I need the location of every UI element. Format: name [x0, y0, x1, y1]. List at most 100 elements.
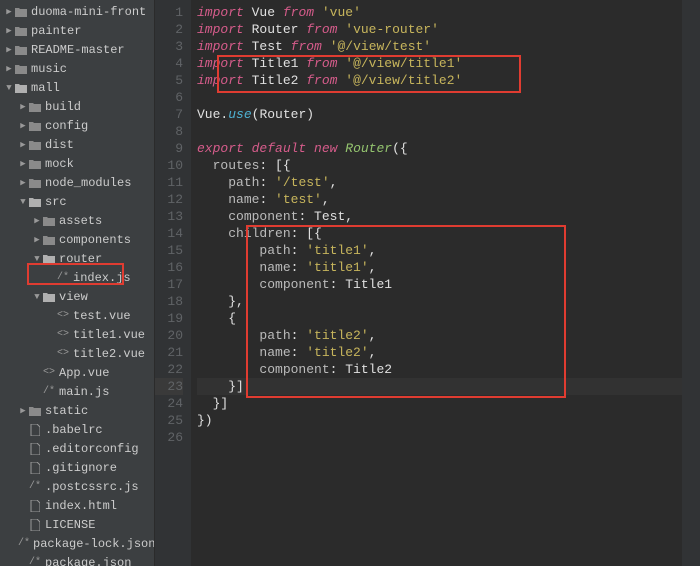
token-op: ,: [345, 209, 353, 224]
tree-item-node-modules[interactable]: ▶node_modules: [0, 173, 154, 192]
folder-icon: [14, 64, 28, 74]
tree-item-license[interactable]: LICENSE: [0, 515, 154, 534]
tree-item--editorconfig[interactable]: .editorconfig: [0, 439, 154, 458]
tree-item-index-html[interactable]: index.html: [0, 496, 154, 515]
line-number: 22: [155, 361, 183, 378]
expand-arrow-icon[interactable]: ▶: [4, 26, 14, 36]
tree-item-view[interactable]: ▼view: [0, 287, 154, 306]
expand-arrow-icon[interactable]: ▶: [4, 7, 14, 17]
tree-item-title1-vue[interactable]: <>title1.vue: [0, 325, 154, 344]
tree-item-label: App.vue: [59, 366, 109, 380]
tree-item-painter[interactable]: ▶painter: [0, 21, 154, 40]
code-line[interactable]: }): [197, 412, 682, 429]
token-op: [197, 362, 259, 377]
expand-arrow-icon[interactable]: ▶: [4, 45, 14, 55]
code-line[interactable]: name: 'title2',: [197, 344, 682, 361]
token-op: :: [330, 277, 346, 292]
code-editor[interactable]: 1234567891011121314151617181920212223242…: [155, 0, 700, 566]
folder-icon: [42, 235, 56, 245]
code-line[interactable]: }]: [197, 378, 682, 395]
code-line[interactable]: component: Title2: [197, 361, 682, 378]
tree-item-label: router: [59, 252, 102, 266]
folder-icon: [14, 26, 28, 36]
file-explorer-sidebar[interactable]: ▶duoma-mini-front▶painter▶README-master▶…: [0, 0, 155, 566]
tree-item-index-js[interactable]: /*index.js: [0, 268, 154, 287]
tree-item--babelrc[interactable]: .babelrc: [0, 420, 154, 439]
tree-item-components[interactable]: ▶components: [0, 230, 154, 249]
code-area[interactable]: import Vue from 'vue'import Router from …: [191, 0, 682, 566]
tree-item-config[interactable]: ▶config: [0, 116, 154, 135]
line-number: 21: [155, 344, 183, 361]
code-line[interactable]: import Title1 from '@/view/title1': [197, 55, 682, 72]
token-prop: children: [228, 226, 290, 241]
minimap[interactable]: [682, 0, 700, 566]
token-op: },: [197, 294, 244, 309]
code-line[interactable]: import Title2 from '@/view/title2': [197, 72, 682, 89]
expand-arrow-icon[interactable]: ▶: [18, 178, 28, 188]
tree-item-package-lock-json[interactable]: /*package-lock.json: [0, 534, 154, 553]
code-line[interactable]: [197, 123, 682, 140]
code-line[interactable]: [197, 89, 682, 106]
code-line[interactable]: import Test from '@/view/test': [197, 38, 682, 55]
code-line[interactable]: path: '/test',: [197, 174, 682, 191]
expand-arrow-icon[interactable]: ▶: [18, 406, 28, 416]
line-number: 11: [155, 174, 183, 191]
expand-arrow-icon[interactable]: ▼: [18, 197, 28, 207]
expand-arrow-icon[interactable]: ▶: [18, 121, 28, 131]
tree-item-title2-vue[interactable]: <>title2.vue: [0, 344, 154, 363]
code-line[interactable]: Vue.use(Router): [197, 106, 682, 123]
token-str: 'vue-router': [345, 22, 439, 37]
code-line[interactable]: [197, 429, 682, 446]
code-line[interactable]: import Vue from 'vue': [197, 4, 682, 21]
token-op: {: [197, 311, 236, 326]
tree-item--gitignore[interactable]: .gitignore: [0, 458, 154, 477]
tree-item-src[interactable]: ▼src: [0, 192, 154, 211]
code-line[interactable]: import Router from 'vue-router': [197, 21, 682, 38]
tree-item-label: title2.vue: [73, 347, 145, 361]
expand-arrow-icon[interactable]: ▶: [4, 64, 14, 74]
tree-item-readme-master[interactable]: ▶README-master: [0, 40, 154, 59]
token-op: }]: [197, 396, 228, 411]
code-line[interactable]: component: Title1: [197, 276, 682, 293]
code-line[interactable]: {: [197, 310, 682, 327]
code-line[interactable]: component: Test,: [197, 208, 682, 225]
tree-item-mock[interactable]: ▶mock: [0, 154, 154, 173]
line-number: 12: [155, 191, 183, 208]
tree-item-music[interactable]: ▶music: [0, 59, 154, 78]
code-line[interactable]: }]: [197, 395, 682, 412]
tree-item-duoma-mini-front[interactable]: ▶duoma-mini-front: [0, 2, 154, 21]
line-number: 19: [155, 310, 183, 327]
code-line[interactable]: routes: [{: [197, 157, 682, 174]
expand-arrow-icon[interactable]: ▶: [32, 235, 42, 245]
code-line[interactable]: export default new Router({: [197, 140, 682, 157]
token-op: [197, 260, 259, 275]
tree-item-test-vue[interactable]: <>test.vue: [0, 306, 154, 325]
line-number-gutter: 1234567891011121314151617181920212223242…: [155, 0, 191, 566]
tree-item-assets[interactable]: ▶assets: [0, 211, 154, 230]
tree-item-static[interactable]: ▶static: [0, 401, 154, 420]
tree-item--postcssrc-js[interactable]: /*.postcssrc.js: [0, 477, 154, 496]
tree-item-build[interactable]: ▶build: [0, 97, 154, 116]
vue-icon: <>: [56, 329, 70, 340]
expand-arrow-icon[interactable]: ▶: [18, 159, 28, 169]
tree-item-main-js[interactable]: /*main.js: [0, 382, 154, 401]
tree-item-package-json[interactable]: /*package.json: [0, 553, 154, 566]
expand-arrow-icon[interactable]: ▼: [4, 83, 14, 93]
expand-arrow-icon[interactable]: ▶: [18, 102, 28, 112]
tree-item-router[interactable]: ▼ router: [0, 249, 154, 268]
code-line[interactable]: name: 'test',: [197, 191, 682, 208]
expand-arrow-icon[interactable]: ▶: [18, 140, 28, 150]
expand-arrow-icon[interactable]: ▼: [32, 292, 42, 302]
code-line[interactable]: path: 'title1',: [197, 242, 682, 259]
folder-icon: [28, 121, 42, 131]
expand-arrow-icon[interactable]: ▼: [32, 254, 42, 264]
tree-item-dist[interactable]: ▶dist: [0, 135, 154, 154]
code-line[interactable]: path: 'title2',: [197, 327, 682, 344]
expand-arrow-icon[interactable]: ▶: [32, 216, 42, 226]
code-line[interactable]: children: [{: [197, 225, 682, 242]
tree-item-mall[interactable]: ▼mall: [0, 78, 154, 97]
code-line[interactable]: },: [197, 293, 682, 310]
token-idv: Router: [259, 107, 306, 122]
code-line[interactable]: name: 'title1',: [197, 259, 682, 276]
tree-item-app-vue[interactable]: <>App.vue: [0, 363, 154, 382]
